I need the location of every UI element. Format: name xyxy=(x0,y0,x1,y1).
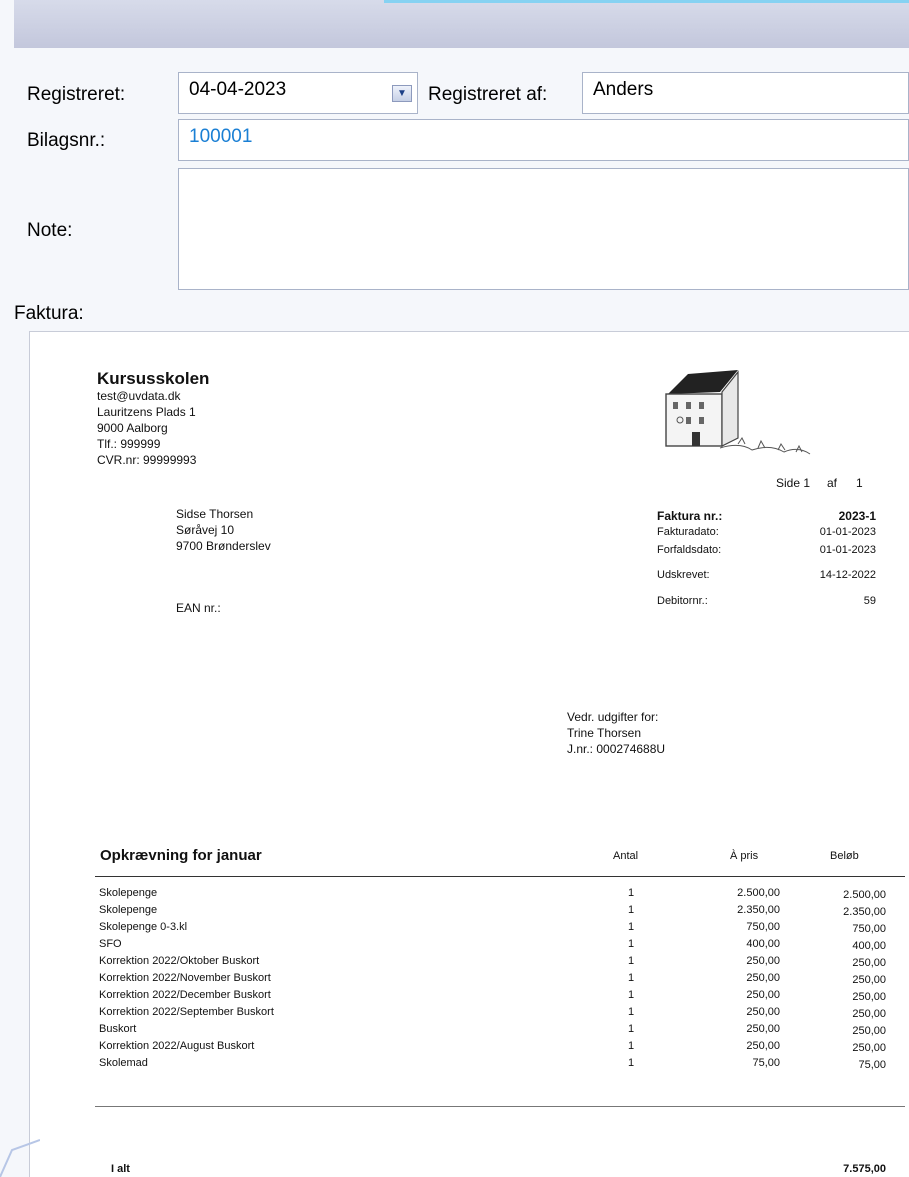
line-item-description: Skolepenge xyxy=(99,887,158,899)
line-item-quantity: 1 xyxy=(628,921,635,933)
line-item-description: Buskort xyxy=(99,1023,137,1035)
line-item-price: 250,00 xyxy=(746,1006,780,1018)
header-highlight xyxy=(384,0,909,3)
invoice-label: Faktura: xyxy=(14,303,84,324)
registered-by-label: Registreret af: xyxy=(428,84,548,105)
line-item-price: 250,00 xyxy=(746,1023,780,1035)
line-item-description: SFO xyxy=(99,938,122,950)
line-item-quantity: 1 xyxy=(628,938,635,950)
voucher-number-value: 100001 xyxy=(189,126,253,147)
table-footer-rule xyxy=(95,1106,905,1107)
line-item-amount: 250,00 xyxy=(852,957,886,969)
line-item-description: Korrektion 2022/September Buskort xyxy=(99,1006,274,1018)
invoice-preview[interactable]: Kursusskolen test@uvdata.dk Lauritzens P… xyxy=(29,331,909,1177)
meta-label: Udskrevet: xyxy=(657,569,710,581)
voucher-label: Bilagsnr.: xyxy=(27,130,106,151)
meta-label: Fakturadato: xyxy=(657,526,719,538)
regarding-line3: J.nr.: 000274688U xyxy=(567,742,666,756)
meta-value: 2023-1 xyxy=(838,509,876,523)
registered-by-value: Anders xyxy=(593,79,654,100)
col-price-header: À pris xyxy=(730,850,759,862)
line-item-amount: 400,00 xyxy=(852,940,886,952)
voucher-number-field[interactable]: 100001 xyxy=(178,119,909,161)
corner-decoration xyxy=(0,1139,40,1177)
meta-value: 01-01-2023 xyxy=(819,544,876,556)
line-item-quantity: 1 xyxy=(628,1057,635,1069)
line-item-description: Skolemad xyxy=(99,1057,148,1069)
school-building-logo xyxy=(665,370,811,455)
recipient-ean: EAN nr.: xyxy=(176,601,221,615)
line-item-quantity: 1 xyxy=(628,955,635,967)
line-item-amount: 250,00 xyxy=(852,1042,886,1054)
table-header-rule xyxy=(95,876,905,877)
line-item-price: 400,00 xyxy=(746,938,780,950)
line-item-amount: 75,00 xyxy=(858,1059,886,1071)
meta-label: Forfaldsdato: xyxy=(657,544,722,556)
page-af: af xyxy=(827,476,838,490)
recipient-city: 9700 Brønderslev xyxy=(176,539,271,553)
line-item-price: 250,00 xyxy=(746,955,780,967)
line-item-amount: 250,00 xyxy=(852,974,886,986)
line-item-description: Korrektion 2022/August Buskort xyxy=(99,1040,255,1052)
line-item-quantity: 1 xyxy=(628,887,635,899)
line-item-description: Korrektion 2022/November Buskort xyxy=(99,972,271,984)
company-email: test@uvdata.dk xyxy=(97,389,181,403)
line-item-amount: 250,00 xyxy=(852,1025,886,1037)
company-phone: Tlf.: 999999 xyxy=(97,437,161,451)
regarding-line1: Vedr. udgifter for: xyxy=(567,710,659,724)
total-label: I alt xyxy=(111,1163,130,1175)
total-value: 7.575,00 xyxy=(843,1163,886,1175)
line-item-description: Skolepenge 0-3.kl xyxy=(99,921,188,933)
line-item-price: 250,00 xyxy=(746,989,780,1001)
company-name: Kursusskolen xyxy=(97,369,210,388)
line-item-price: 75,00 xyxy=(752,1057,780,1069)
chevron-down-icon[interactable]: ▼ xyxy=(392,85,412,102)
line-item-price: 750,00 xyxy=(746,921,780,933)
note-label: Note: xyxy=(27,220,73,241)
regarding-line2: Trine Thorsen xyxy=(567,726,642,740)
col-amount-header: Beløb xyxy=(830,850,859,862)
line-item-quantity: 1 xyxy=(628,972,635,984)
company-address: Lauritzens Plads 1 xyxy=(97,405,196,419)
registered-label: Registreret: xyxy=(27,84,126,105)
line-item-amount: 250,00 xyxy=(852,1008,886,1020)
window-header-band xyxy=(14,0,909,48)
line-item-amount: 250,00 xyxy=(852,991,886,1003)
meta-label: Faktura nr.: xyxy=(657,509,723,523)
registered-by-field[interactable]: Anders xyxy=(582,72,909,114)
line-item-quantity: 1 xyxy=(628,1006,635,1018)
page-side: Side 1 xyxy=(776,476,811,490)
col-qty-header: Antal xyxy=(613,850,639,862)
meta-value: 14-12-2022 xyxy=(819,569,876,581)
recipient-street: Søråvej 10 xyxy=(176,523,235,537)
recipient-name: Sidse Thorsen xyxy=(176,507,254,521)
line-item-amount: 2.500,00 xyxy=(843,889,886,901)
line-item-price: 250,00 xyxy=(746,1040,780,1052)
line-item-quantity: 1 xyxy=(628,1023,635,1035)
line-item-quantity: 1 xyxy=(628,1040,635,1052)
table-title: Opkrævning for januar xyxy=(100,847,262,864)
company-cvr: CVR.nr: 99999993 xyxy=(97,453,197,467)
company-city: 9000 Aalborg xyxy=(97,421,168,435)
meta-value: 01-01-2023 xyxy=(819,526,876,538)
line-item-amount: 2.350,00 xyxy=(843,906,886,918)
line-item-description: Skolepenge xyxy=(99,904,158,916)
line-item-price: 250,00 xyxy=(746,972,780,984)
meta-label: Debitornr.: xyxy=(657,595,708,607)
line-item-price: 2.500,00 xyxy=(737,887,780,899)
line-item-quantity: 1 xyxy=(628,989,635,1001)
meta-value: 59 xyxy=(863,595,876,607)
line-item-description: Korrektion 2022/December Buskort xyxy=(99,989,271,1001)
registered-date-value: 04-04-2023 xyxy=(189,79,287,100)
line-item-quantity: 1 xyxy=(628,904,635,916)
line-item-amount: 750,00 xyxy=(852,923,886,935)
line-item-description: Korrektion 2022/Oktober Buskort xyxy=(99,955,260,967)
page-total: 1 xyxy=(856,476,863,490)
registered-date-field[interactable]: 04-04-2023 xyxy=(178,72,418,114)
note-textarea[interactable] xyxy=(178,168,909,290)
line-item-price: 2.350,00 xyxy=(737,904,780,916)
